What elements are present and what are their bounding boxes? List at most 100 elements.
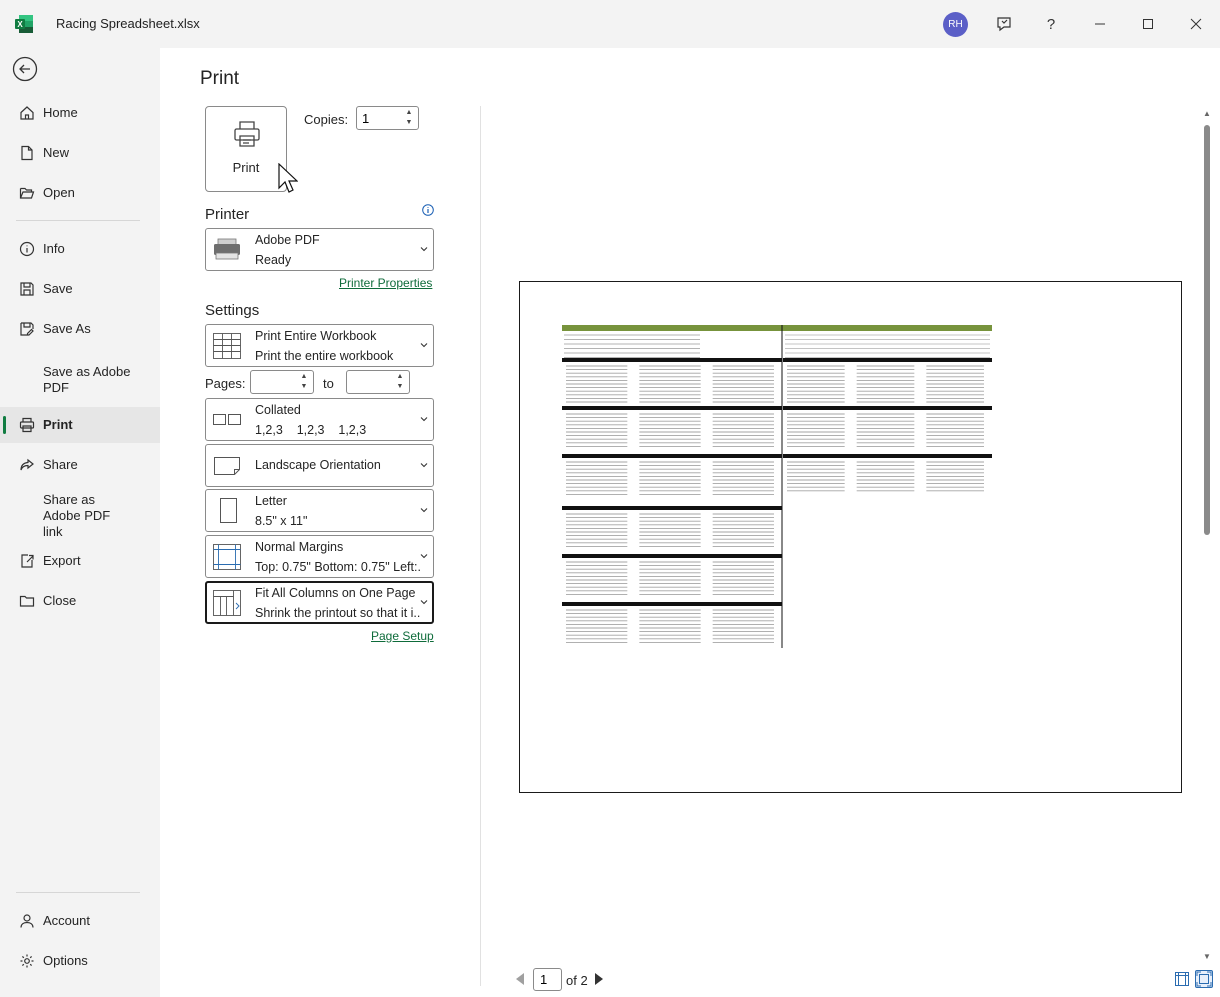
margins-desc: Top: 0.75" Bottom: 0.75" Left:... — [255, 560, 420, 574]
preview-scrollbar[interactable]: ▲ ▼ — [1200, 107, 1214, 965]
printer-device-icon — [214, 238, 240, 260]
margins-icon — [213, 544, 241, 570]
workbook-grid-icon — [213, 333, 241, 359]
back-arrow-icon[interactable] — [12, 56, 38, 82]
page-setup-link[interactable]: Page Setup — [371, 629, 434, 643]
preview-header-band — [562, 325, 992, 331]
title-bar: X Racing Spreadsheet.xlsx RH ? — [0, 0, 1220, 48]
sidebar-item-options[interactable]: Options — [0, 943, 160, 979]
home-icon — [18, 104, 36, 122]
pages-from-stepper[interactable]: ▲ ▼ — [250, 370, 314, 394]
help-icon[interactable]: ? — [1039, 12, 1063, 36]
scroll-up-icon[interactable]: ▲ — [1202, 109, 1212, 119]
paper-size-desc: 8.5" x 11" — [255, 514, 308, 528]
sidebar-item-save-as[interactable]: Save As — [0, 311, 160, 347]
preview-section-bar — [562, 554, 782, 558]
current-page-field[interactable] — [533, 968, 562, 991]
printer-dropdown[interactable]: Adobe PDF Ready — [205, 228, 434, 271]
sidebar-item-save-as-adobe-pdf[interactable]: Save as Adobe PDF — [0, 358, 160, 402]
sidebar-item-account[interactable]: Account — [0, 903, 160, 939]
spin-arrows-icon[interactable]: ▲ ▼ — [403, 108, 415, 128]
settings-heading: Settings — [205, 302, 260, 319]
sidebar-item-label: Share as Adobe PDF link — [43, 492, 111, 539]
copies-stepper[interactable]: ▲▼ — [356, 106, 419, 130]
sidebar-item-label: Print — [43, 417, 73, 432]
page-title: Print — [200, 68, 240, 89]
sidebar-item-label: Close — [43, 593, 77, 608]
sidebar-item-label: Account — [43, 913, 90, 928]
preview-page — [519, 281, 1182, 793]
preview-section-bar — [783, 358, 992, 362]
maximize-icon[interactable] — [1136, 12, 1160, 36]
collated-pages-icon — [213, 414, 241, 425]
feedback-icon[interactable] — [992, 12, 1016, 36]
preview-section-bar — [783, 454, 992, 458]
pages-from-input[interactable] — [251, 372, 291, 392]
sidebar-item-print[interactable]: Print — [0, 407, 160, 443]
sidebar-item-export[interactable]: Export — [0, 543, 160, 579]
scroll-down-icon[interactable]: ▼ — [1202, 952, 1212, 962]
printer-icon — [234, 121, 260, 147]
chevron-down-icon — [420, 247, 428, 252]
preview-section-bar — [562, 358, 782, 362]
user-avatar[interactable]: RH — [943, 12, 968, 37]
active-indicator — [3, 416, 6, 434]
orientation-dropdown[interactable]: Landscape Orientation — [205, 444, 434, 487]
preview-section-bar — [562, 454, 782, 458]
zoom-to-page-icon[interactable] — [1195, 970, 1213, 988]
sidebar-item-label: Open — [43, 185, 75, 200]
print-scope-dropdown[interactable]: Print Entire Workbook Print the entire w… — [205, 324, 434, 367]
sidebar-item-share[interactable]: Share — [0, 447, 160, 483]
page-count: of 2 — [566, 973, 588, 988]
sidebar-item-label: Export — [43, 553, 81, 568]
excel-logo-icon: X — [15, 15, 33, 33]
gear-icon — [18, 952, 36, 970]
pages-to-input[interactable] — [347, 372, 387, 392]
new-document-icon — [18, 144, 36, 162]
chevron-down-icon — [420, 508, 428, 513]
sidebar-item-close[interactable]: Close — [0, 583, 160, 619]
chevron-down-icon — [420, 417, 428, 422]
printer-properties-link[interactable]: Printer Properties — [339, 276, 432, 290]
sidebar-item-info[interactable]: Info — [0, 231, 160, 267]
minimize-icon[interactable] — [1088, 12, 1112, 36]
window-title: Racing Spreadsheet.xlsx — [56, 16, 200, 31]
sidebar-item-new[interactable]: New — [0, 135, 160, 171]
sidebar-item-share-adobe-pdf-link[interactable]: Share as Adobe PDF link — [0, 492, 160, 539]
share-icon — [18, 456, 36, 474]
fit-columns-icon — [213, 590, 241, 616]
margins-dropdown[interactable]: Normal Margins Top: 0.75" Bottom: 0.75" … — [205, 535, 434, 578]
portrait-page-icon — [220, 498, 237, 523]
close-icon[interactable] — [1184, 12, 1208, 36]
scaling-dropdown[interactable]: Fit All Columns on One Page Shrink the p… — [205, 581, 434, 624]
preview-section-bar — [783, 406, 992, 410]
preview-section-bar — [562, 406, 782, 410]
pane-divider — [480, 106, 481, 986]
info-icon[interactable] — [422, 204, 434, 216]
scaling-desc: Shrink the printout so that it i... — [255, 606, 420, 620]
sidebar-item-save[interactable]: Save — [0, 271, 160, 307]
paper-size-dropdown[interactable]: Letter 8.5" x 11" — [205, 489, 434, 532]
orientation-title: Landscape Orientation — [255, 458, 381, 472]
chevron-down-icon — [420, 343, 428, 348]
print-button[interactable]: Print — [205, 106, 287, 192]
close-folder-icon — [18, 592, 36, 610]
scrollbar-thumb[interactable] — [1204, 125, 1210, 535]
pages-label: Pages: — [205, 376, 246, 391]
printer-status: Ready — [255, 253, 292, 267]
sidebar-item-open[interactable]: Open — [0, 175, 160, 211]
show-margins-icon[interactable] — [1173, 970, 1191, 988]
previous-page-icon[interactable] — [514, 972, 526, 986]
sidebar-item-label: Save as Adobe PDF — [43, 364, 131, 395]
pages-to-stepper[interactable]: ▲ ▼ — [346, 370, 410, 394]
collation-dropdown[interactable]: Collated 1,2,3 1,2,3 1,2,3 — [205, 398, 434, 441]
spin-arrows-icon[interactable]: ▲ ▼ — [298, 372, 310, 392]
spin-arrows-icon[interactable]: ▲ ▼ — [394, 372, 406, 392]
next-page-icon[interactable] — [593, 972, 605, 986]
backstage-sidebar: Home New Open Info Save Save As Save as … — [0, 48, 160, 997]
copies-input[interactable] — [357, 108, 397, 128]
current-page-input[interactable] — [534, 972, 559, 987]
chevron-down-icon — [420, 600, 428, 605]
sidebar-item-home[interactable]: Home — [0, 95, 160, 131]
info-icon — [18, 240, 36, 258]
